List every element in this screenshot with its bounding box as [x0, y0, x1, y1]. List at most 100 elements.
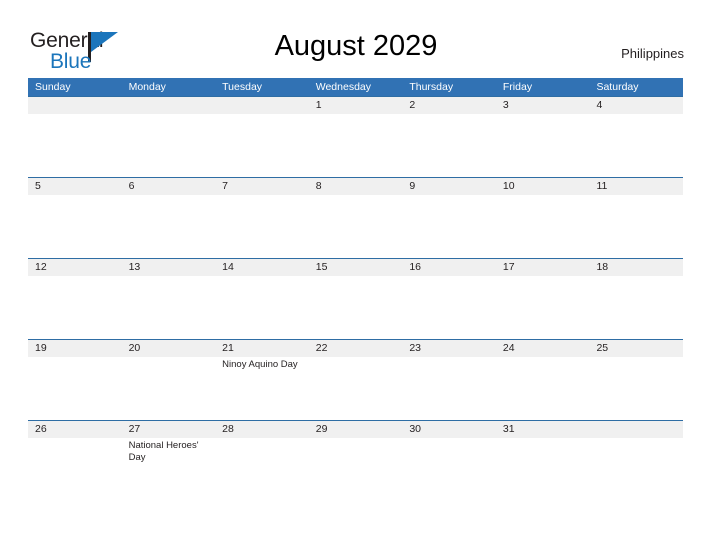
day-event [316, 439, 399, 440]
day-events [316, 358, 399, 359]
day-cell[interactable] [28, 97, 122, 177]
day-number: 29 [315, 423, 328, 435]
weekday-thursday: Thursday [409, 81, 454, 93]
day-event [503, 115, 586, 116]
day-cell[interactable]: 25 [589, 340, 684, 420]
weekday-sunday: Sunday [35, 81, 71, 93]
day-number: 31 [502, 423, 515, 435]
day-band [402, 97, 496, 114]
day-cell[interactable]: 8 [308, 178, 403, 258]
day-cell[interactable]: 17 [495, 259, 590, 339]
day-number: 9 [409, 180, 416, 192]
day-cell[interactable] [589, 421, 684, 501]
day-cell[interactable]: 18 [589, 259, 684, 339]
day-cell[interactable]: 19 [28, 340, 122, 420]
day-events: National Heroes' Day [129, 439, 212, 463]
day-number: 25 [596, 342, 609, 354]
day-cell[interactable]: 15 [308, 259, 403, 339]
day-band [589, 97, 684, 114]
day-cell[interactable]: 5 [28, 178, 122, 258]
day-cell[interactable]: 28 [215, 421, 309, 501]
day-band [308, 97, 403, 114]
day-event [316, 277, 399, 278]
day-cell[interactable]: 20 [121, 340, 216, 420]
day-events [35, 196, 118, 197]
day-cell[interactable] [121, 97, 216, 177]
week-row: 5 6 7 8 9 10 11 [28, 177, 684, 258]
day-cell[interactable]: 3 [495, 97, 590, 177]
day-event [409, 115, 492, 116]
day-cell[interactable]: 1 [308, 97, 403, 177]
day-event [35, 439, 118, 440]
week-row: 26 27 National Heroes' Day 28 29 30 31 [28, 420, 684, 501]
day-cell[interactable]: 9 [402, 178, 496, 258]
day-band [589, 421, 684, 438]
day-cell[interactable]: 12 [28, 259, 122, 339]
day-number: 16 [409, 261, 421, 273]
region-label: Philippines [621, 46, 684, 61]
day-event [409, 196, 492, 197]
page-header: General Blue August 2029 Philippines [0, 0, 712, 78]
day-event [222, 196, 305, 197]
day-event [503, 358, 586, 359]
day-cell[interactable]: 16 [402, 259, 496, 339]
day-number: 1 [315, 99, 322, 111]
day-event [316, 358, 399, 359]
day-event [316, 115, 399, 116]
day-event [222, 439, 305, 440]
day-events [596, 196, 679, 197]
day-cell[interactable]: 13 [121, 259, 216, 339]
day-events [35, 358, 118, 359]
day-events [503, 358, 586, 359]
day-cell[interactable]: 21 Ninoy Aquino Day [215, 340, 309, 420]
day-number: 14 [222, 261, 234, 273]
week-row: 19 20 21 Ninoy Aquino Day 22 23 24 25 [28, 339, 684, 420]
day-cell[interactable]: 22 [308, 340, 403, 420]
day-cell[interactable]: 31 [495, 421, 590, 501]
day-cell[interactable] [215, 97, 309, 177]
day-event [129, 277, 212, 278]
day-event: Ninoy Aquino Day [222, 359, 298, 370]
day-number: 27 [128, 423, 141, 435]
day-cell[interactable]: 29 [308, 421, 403, 501]
day-events [35, 439, 118, 440]
day-number: 12 [35, 261, 47, 273]
day-band [121, 97, 216, 114]
day-cell[interactable]: 7 [215, 178, 309, 258]
day-event [35, 196, 118, 197]
day-events [596, 277, 679, 278]
day-events [409, 196, 492, 197]
day-cell[interactable]: 14 [215, 259, 309, 339]
day-cell[interactable]: 4 [589, 97, 684, 177]
day-event [596, 277, 679, 278]
day-event [503, 277, 586, 278]
calendar-grid: Sunday Monday Tuesday Wednesday Thursday… [28, 78, 684, 501]
weekday-friday: Friday [502, 81, 533, 93]
day-cell[interactable]: 6 [121, 178, 216, 258]
day-cell[interactable]: 26 [28, 421, 122, 501]
day-event [222, 277, 305, 278]
day-event [409, 277, 492, 278]
day-event: National Heroes' Day [128, 440, 199, 463]
day-events [222, 439, 305, 440]
day-events [129, 358, 212, 359]
day-cell[interactable]: 10 [495, 178, 590, 258]
day-event [129, 358, 212, 359]
day-cell[interactable]: 23 [402, 340, 496, 420]
day-cell[interactable]: 27 National Heroes' Day [121, 421, 216, 501]
day-cell[interactable]: 30 [402, 421, 496, 501]
day-number: 4 [596, 99, 603, 111]
day-events [409, 115, 492, 116]
day-number: 2 [409, 99, 416, 111]
day-band [495, 97, 590, 114]
day-events [596, 115, 679, 116]
day-event [129, 196, 212, 197]
page-title: August 2029 [274, 30, 438, 62]
day-band [402, 178, 496, 195]
day-cell[interactable]: 2 [402, 97, 496, 177]
day-cell[interactable]: 24 [495, 340, 590, 420]
day-band [215, 178, 309, 195]
day-events [409, 277, 492, 278]
day-cell[interactable]: 11 [589, 178, 684, 258]
day-events: Ninoy Aquino Day [222, 358, 305, 371]
